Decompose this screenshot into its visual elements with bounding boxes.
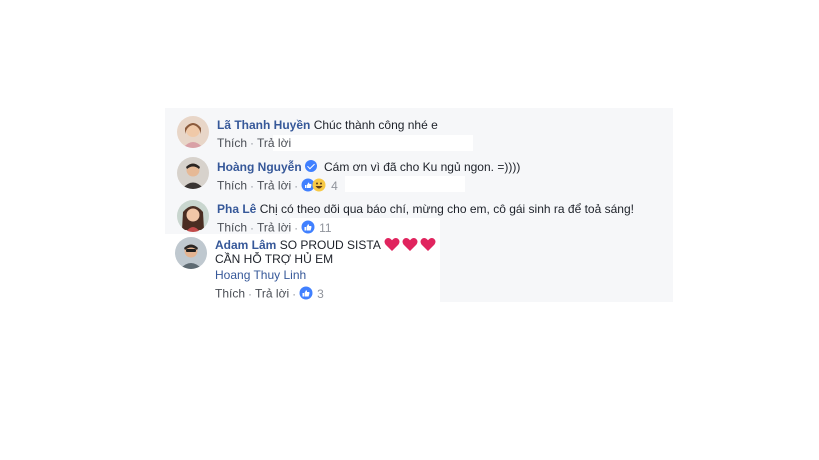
comment-text: Cám ơn vì đã cho Ku ngủ ngon. =)))) (324, 160, 521, 174)
comment-4: Adam Lâm SO PROUD SISTA CẦN HỖ TRỢ HỦ EM… (165, 234, 673, 302)
reply-link[interactable]: Trả lời (257, 136, 291, 150)
redaction-bar (345, 176, 465, 192)
reply-link[interactable]: Trả lời (257, 221, 291, 235)
like-link[interactable]: Thích (215, 287, 245, 301)
comment-author[interactable]: Hoàng Nguyễn (217, 160, 302, 174)
like-link[interactable]: Thích (217, 179, 247, 193)
separator: · (250, 136, 255, 150)
comment-author[interactable]: Lã Thanh Huyền (217, 118, 310, 132)
avatar[interactable] (177, 157, 209, 189)
separator: · (294, 220, 299, 235)
like-link[interactable]: Thích (217, 221, 247, 235)
like-link[interactable]: Thích (217, 136, 247, 150)
comment-text: Chị có theo dõi qua báo chí, mừng cho em… (259, 202, 634, 216)
mention-link[interactable]: Hoang Thuy Linh (215, 268, 306, 282)
comment-author[interactable]: Pha Lê (217, 202, 256, 216)
verified-badge-icon (304, 160, 317, 172)
avatar[interactable] (177, 116, 209, 148)
separator: · (250, 220, 255, 235)
reaction-count[interactable]: 3 (317, 287, 324, 301)
redaction-bar (273, 135, 473, 151)
avatar[interactable] (175, 237, 207, 269)
avatar[interactable] (177, 200, 209, 232)
like-reaction-icon[interactable] (299, 286, 313, 303)
comment-text: SO PROUD SISTA (279, 238, 381, 252)
reaction-count[interactable]: 11 (319, 221, 331, 235)
reply-link[interactable]: Trả lời (255, 287, 289, 301)
comment-author[interactable]: Adam Lâm (215, 238, 276, 252)
separator: · (294, 178, 299, 193)
comment-text-line2: CẦN HỖ TRỢ HỦ EM (215, 252, 334, 266)
separator: · (250, 178, 255, 193)
separator: · (248, 286, 253, 301)
separator: · (292, 286, 297, 301)
comments-panel: Lã Thanh Huyền Chúc thành công nhé e Thí… (165, 108, 673, 302)
heart-icon (384, 237, 436, 255)
reaction-count[interactable]: 4 (331, 179, 338, 193)
comment-text: Chúc thành công nhé e (313, 118, 438, 132)
reactions-icon[interactable] (301, 178, 327, 195)
reply-link[interactable]: Trả lời (257, 179, 291, 193)
